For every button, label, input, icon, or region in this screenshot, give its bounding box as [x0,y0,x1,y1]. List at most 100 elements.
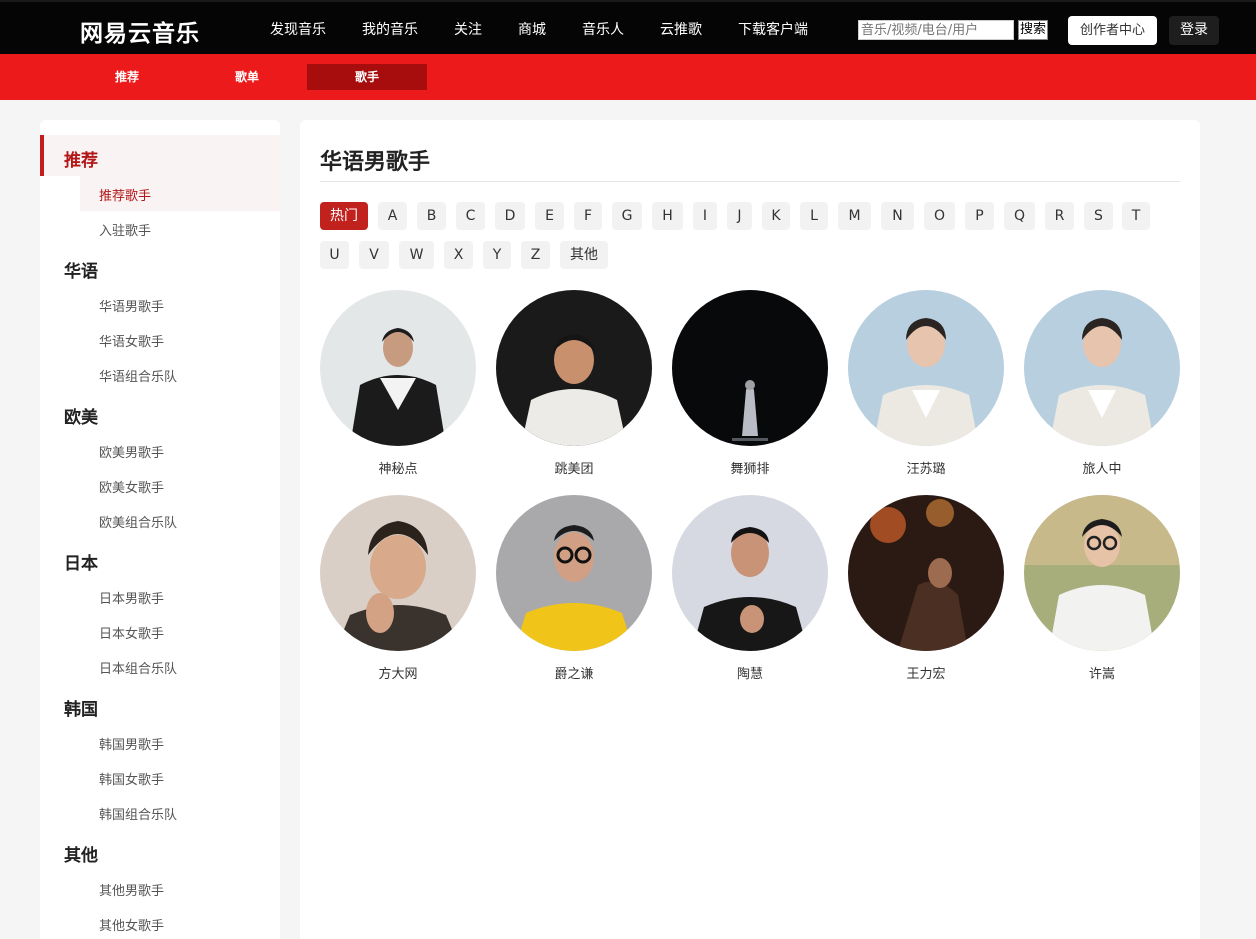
sidebar-item-japan-band[interactable]: 日本组合乐队 [99,658,177,677]
artist-avatar[interactable] [496,495,652,651]
artist-name[interactable]: 陶慧 [672,663,828,682]
site-logo[interactable]: 网易云音乐 [80,14,200,48]
artist-avatar[interactable] [1024,290,1180,446]
sidebar-group-japan[interactable]: 日本 [64,549,98,574]
letter-filter-e[interactable]: E [535,202,564,230]
letter-filter-m[interactable]: M [838,202,871,230]
nav-cloud-promote[interactable]: 云推歌 [660,19,702,39]
letter-filter-r[interactable]: R [1045,202,1074,230]
search-input[interactable] [858,20,1014,40]
nav-store[interactable]: 商城 [518,19,546,39]
artist-category-sidebar: 推荐 推荐歌手 入驻歌手 华语 华语男歌手 华语女歌手 华语组合乐队 欧美 欧美… [40,120,280,939]
letter-filter-o[interactable]: O [924,202,955,230]
sidebar-item-korea-female[interactable]: 韩国女歌手 [99,769,164,788]
subnav-artists[interactable]: 歌手 [307,64,427,90]
letter-filter-i[interactable]: I [693,202,717,230]
letter-filter-hot[interactable]: 热门 [320,202,368,230]
letter-filter-v[interactable]: V [359,241,389,269]
letter-filter-n[interactable]: N [881,202,914,230]
letter-filter-x[interactable]: X [444,241,473,269]
login-button[interactable]: 登录 [1169,16,1219,45]
nav-follow[interactable]: 关注 [454,19,482,39]
letter-filter-p[interactable]: P [965,202,994,230]
artist-name[interactable]: 跳美团 [496,458,652,477]
sidebar-item-western-male[interactable]: 欧美男歌手 [99,442,164,461]
sidebar-group-western[interactable]: 欧美 [64,403,98,428]
sidebar-group-other[interactable]: 其他 [64,841,98,866]
artist-name[interactable]: 舞狮排 [672,458,828,477]
artist-card[interactable]: 神秘点 [320,290,476,477]
top-navbar: 网易云音乐 发现音乐 我的音乐 关注 商城 音乐人 云推歌 下载客户端 搜索 创… [0,0,1256,54]
sidebar-item-other-male[interactable]: 其他男歌手 [99,880,164,899]
letter-filter-a[interactable]: A [378,202,407,230]
artist-avatar[interactable] [672,290,828,446]
artist-card[interactable]: 王力宏 [848,495,1004,682]
letter-filter-f[interactable]: F [574,202,602,230]
nav-my-music[interactable]: 我的音乐 [362,19,418,39]
artist-card[interactable]: 旅人中 [1024,290,1180,477]
subnav-playlists[interactable]: 歌单 [187,64,307,90]
artist-card[interactable]: 舞狮排 [672,290,828,477]
sidebar-item-chinese-female[interactable]: 华语女歌手 [99,331,164,350]
sidebar-group-korea[interactable]: 韩国 [64,695,98,720]
artist-avatar[interactable] [496,290,652,446]
artist-avatar[interactable] [848,290,1004,446]
creator-center-button[interactable]: 创作者中心 [1068,16,1157,45]
letter-filter-z[interactable]: Z [521,241,550,269]
sidebar-item-korea-male[interactable]: 韩国男歌手 [99,734,164,753]
letter-filter-b[interactable]: B [417,202,446,230]
letter-filter-q[interactable]: Q [1004,202,1035,230]
letter-filter-g[interactable]: G [612,202,642,230]
artist-name[interactable]: 方大网 [320,663,476,682]
artist-name[interactable]: 神秘点 [320,458,476,477]
artist-avatar[interactable] [848,495,1004,651]
letter-filter-h[interactable]: H [652,202,683,230]
letter-filter-d[interactable]: D [495,202,525,230]
artist-avatar[interactable] [672,495,828,651]
artist-name[interactable]: 王力宏 [848,663,1004,682]
sidebar-item-other-female[interactable]: 其他女歌手 [99,915,164,934]
letter-filter-c[interactable]: C [456,202,485,230]
artist-card[interactable]: 方大网 [320,495,476,682]
nav-download-client[interactable]: 下载客户端 [738,19,808,39]
sidebar-item-korea-band[interactable]: 韩国组合乐队 [99,804,177,823]
artist-name[interactable]: 爵之谦 [496,663,652,682]
letter-filter-y[interactable]: Y [483,241,511,269]
artist-list-panel: 华语男歌手 热门 A B C D E F G H I J K L M N O P… [300,120,1200,939]
sidebar-item-western-female[interactable]: 欧美女歌手 [99,477,164,496]
sidebar-item-japan-male[interactable]: 日本男歌手 [99,588,164,607]
sidebar-group-chinese[interactable]: 华语 [64,257,98,282]
artist-name[interactable]: 旅人中 [1024,458,1180,477]
artist-avatar[interactable] [320,495,476,651]
search-button[interactable]: 搜索 [1018,20,1048,40]
artist-card[interactable]: 跳美团 [496,290,652,477]
artist-card[interactable]: 汪苏璐 [848,290,1004,477]
letter-filter-u[interactable]: U [320,241,349,269]
sidebar-item-chinese-male[interactable]: 华语男歌手 [99,296,164,315]
sidebar-item-recommended-artists[interactable]: 推荐歌手 [99,185,151,204]
nav-discover-music[interactable]: 发现音乐 [270,19,326,39]
sidebar-item-chinese-band[interactable]: 华语组合乐队 [99,366,177,385]
letter-filter-t[interactable]: T [1122,202,1150,230]
letter-filter-l[interactable]: L [800,202,828,230]
letter-filter-w[interactable]: W [399,241,434,269]
title-divider [320,181,1180,182]
nav-musician[interactable]: 音乐人 [582,19,624,39]
sidebar-item-signed-artists[interactable]: 入驻歌手 [99,220,151,239]
sidebar-group-recommend[interactable]: 推荐 [64,146,98,171]
letter-filter-j[interactable]: J [727,202,752,230]
sidebar-item-japan-female[interactable]: 日本女歌手 [99,623,164,642]
artist-avatar[interactable] [320,290,476,446]
sub-navbar: 推荐 歌单 歌手 [0,54,1256,100]
subnav-recommend[interactable]: 推荐 [67,64,187,90]
letter-filter-other[interactable]: 其他 [560,241,608,269]
sidebar-item-western-band[interactable]: 欧美组合乐队 [99,512,177,531]
artist-card[interactable]: 许嵩 [1024,495,1180,682]
artist-card[interactable]: 陶慧 [672,495,828,682]
letter-filter-k[interactable]: K [762,202,790,230]
artist-name[interactable]: 许嵩 [1024,663,1180,682]
artist-card[interactable]: 爵之谦 [496,495,652,682]
letter-filter-s[interactable]: S [1084,202,1113,230]
artist-avatar[interactable] [1024,495,1180,651]
artist-name[interactable]: 汪苏璐 [848,458,1004,477]
